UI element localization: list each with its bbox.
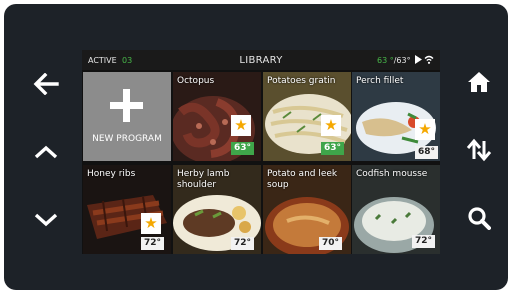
temperature-readout: 63 °/63° [377, 56, 411, 65]
sort-icon [466, 138, 492, 162]
recipe-name: Herby lamb shoulder [177, 169, 230, 190]
back-button[interactable] [26, 64, 66, 104]
scroll-down-button[interactable] [26, 200, 66, 240]
recipe-name: Perch fillet [356, 76, 404, 86]
recipe-name: Potatoes gratin [267, 76, 336, 86]
recipe-temperature: 72° [231, 237, 255, 250]
recipe-temperature: 68° [415, 146, 439, 159]
recipe-temperature: 72° [141, 237, 165, 250]
recipe-tile-octopus[interactable]: Octopus ★ 63° [173, 72, 261, 161]
favorite-star-icon[interactable]: ★ [231, 115, 251, 136]
recipe-tile-codfish-mousse[interactable]: Codfish mousse 72° [352, 165, 440, 254]
play-icon [415, 55, 422, 66]
plus-icon [110, 89, 143, 122]
new-program-tile[interactable]: NEW PROGRAM [83, 72, 171, 161]
recipe-temperature: 70° [319, 237, 343, 250]
recipe-tile-honey-ribs[interactable]: Honey ribs ★ 72° [83, 165, 171, 254]
recipe-temperature: 63° [231, 142, 255, 155]
home-button[interactable] [459, 62, 499, 102]
recipe-name: Potato and leek soup [267, 169, 338, 190]
recipe-tile-perch-fillet[interactable]: Perch fillet ★ 68° [352, 72, 440, 161]
sort-button[interactable] [459, 130, 499, 170]
oven-control-panel: ACTIVE 03 LIBRARY 63 °/63° NEW PROGRAM O… [4, 4, 508, 290]
chevron-down-icon [34, 213, 58, 227]
recipe-tile-herby-lamb-shoulder[interactable]: Herby lamb shoulder 72° [173, 165, 261, 254]
search-button[interactable] [459, 198, 499, 238]
status-bar: ACTIVE 03 LIBRARY 63 °/63° [82, 50, 440, 70]
search-icon [468, 207, 491, 230]
recipe-tile-potato-and-leek-soup[interactable]: Potato and leek soup 70° [263, 165, 351, 254]
favorite-star-icon[interactable]: ★ [141, 213, 161, 234]
wifi-icon [424, 55, 434, 66]
recipe-temperature: 72° [412, 235, 436, 248]
recipe-temperature: 63° [321, 142, 345, 155]
favorite-star-icon[interactable]: ★ [415, 119, 435, 140]
recipe-name: Honey ribs [87, 169, 136, 179]
recipe-name: Codfish mousse [356, 169, 428, 179]
arrow-left-icon [33, 73, 59, 95]
recipe-name: Octopus [177, 76, 215, 86]
home-icon [468, 72, 490, 92]
display-screen: ACTIVE 03 LIBRARY 63 °/63° NEW PROGRAM O… [82, 50, 440, 254]
new-program-label: NEW PROGRAM [92, 134, 162, 144]
favorite-star-icon[interactable]: ★ [321, 115, 341, 136]
chevron-up-icon [34, 145, 58, 159]
scroll-up-button[interactable] [26, 132, 66, 172]
recipe-tile-potatoes-gratin[interactable]: Potatoes gratin ★ 63° [263, 72, 351, 161]
